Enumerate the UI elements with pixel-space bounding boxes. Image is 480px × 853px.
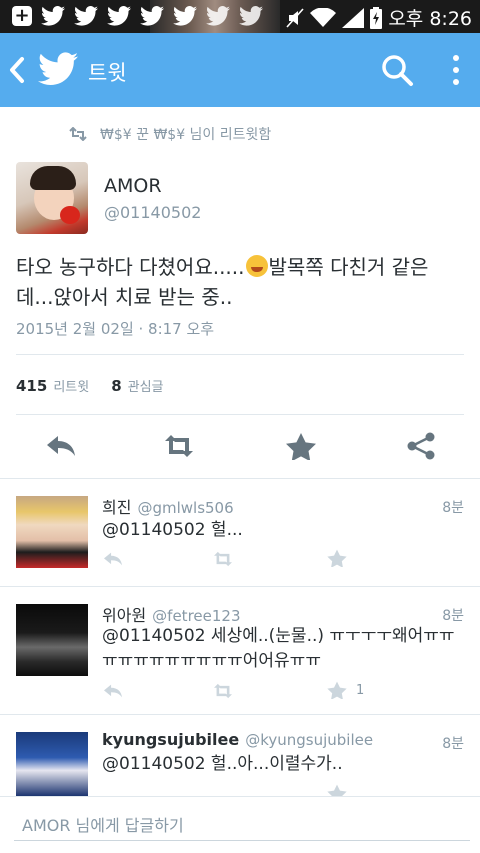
system-indicators: 오후 8:26 <box>286 4 472 31</box>
reply-icon[interactable] <box>102 682 124 700</box>
tweet-stats: 415 리트윗 8 관심글 <box>16 376 186 395</box>
reply-icon[interactable] <box>44 432 78 460</box>
author-name[interactable]: AMOR <box>104 175 162 197</box>
reply-text: @01140502 세상에..(눈물..) ㅠㅜㅜㅜ왜어ㅠㅠㅠㅠㅠㅠㅠㅠㅠㅠㅠ어… <box>102 626 455 671</box>
author-handle[interactable]: @01140502 <box>104 203 201 222</box>
reply-avatar[interactable] <box>16 604 88 676</box>
plus-notification-icon: + <box>12 6 32 26</box>
twitter-notification-icon <box>239 6 263 26</box>
battery-icon <box>370 6 383 29</box>
reply-time: 8분 <box>442 608 464 624</box>
tweet-text: 타오 농구하다 다쳤어요..... 발목쪽 다친거 같은데...앉아서 치료 받는… <box>16 255 429 309</box>
favorites-count[interactable]: 8 <box>111 377 121 395</box>
notification-icons: + <box>12 6 263 26</box>
page-title: 트윗 <box>88 61 127 85</box>
mute-icon <box>286 7 304 28</box>
wifi-icon <box>310 7 337 27</box>
reply-author-name[interactable]: 위아원 <box>102 606 146 625</box>
retweets-label[interactable]: 리트윗 <box>53 376 89 395</box>
tweet-timestamp: 2015년 2월 02일 · 8:17 오후 <box>16 320 215 338</box>
reply-avatar[interactable] <box>16 496 88 568</box>
reply-favorite-count: 1 <box>356 683 365 698</box>
retweet-icon[interactable] <box>212 682 234 700</box>
retweets-count[interactable]: 415 <box>16 377 47 395</box>
retweet-icon <box>69 127 87 141</box>
reply-time: 8분 <box>442 500 464 516</box>
favorites-label[interactable]: 관심글 <box>128 376 164 395</box>
reply-author-handle[interactable]: @gmlwls506 <box>137 499 233 517</box>
reply-avatar[interactable] <box>16 732 88 796</box>
reply-item[interactable]: kyungsujubilee @kyungsujubilee 8분 @011405… <box>0 714 480 802</box>
favorite-star-icon[interactable] <box>326 681 348 699</box>
twitter-notification-icon <box>107 6 131 26</box>
reply-icon[interactable] <box>102 550 124 568</box>
reply-time: 8분 <box>442 736 464 752</box>
reply-item[interactable]: 위아원 @fetree123 8분 @01140502 세상에..(눈물..) ㅠ… <box>0 586 480 714</box>
clock: 오후 8:26 <box>388 8 472 30</box>
divider <box>16 414 464 415</box>
reply-author-handle[interactable]: @fetree123 <box>152 607 240 625</box>
back-arrow-icon[interactable] <box>8 55 26 85</box>
retweet-icon[interactable] <box>162 432 196 460</box>
reply-compose-bar <box>0 796 480 853</box>
twitter-notification-icon <box>140 6 164 26</box>
twitter-notification-icon <box>206 6 230 26</box>
app-bar: 트윗 <box>0 33 480 107</box>
favorite-star-icon[interactable] <box>326 549 348 567</box>
signal-icon <box>342 7 365 28</box>
reply-author-handle[interactable]: @kyungsujubilee <box>245 731 373 749</box>
twitter-notification-icon <box>41 6 65 26</box>
twitter-logo-icon[interactable] <box>38 49 78 89</box>
reply-author-name[interactable]: kyungsujubilee <box>102 730 239 749</box>
status-bar: + 오후 8:26 <box>0 0 480 33</box>
twitter-notification-icon <box>173 6 197 26</box>
share-icon[interactable] <box>404 432 438 460</box>
author-avatar[interactable] <box>16 162 88 234</box>
reply-text: @01140502 헐... <box>102 520 243 540</box>
overflow-menu-icon[interactable] <box>448 53 464 87</box>
reply-item[interactable]: 희진 @gmlwls506 8분 @01140502 헐... <box>0 478 480 586</box>
reply-input[interactable] <box>14 811 470 841</box>
twitter-notification-icon <box>74 6 98 26</box>
search-icon[interactable] <box>380 53 414 87</box>
crying-face-emoji-icon <box>245 255 268 277</box>
reply-author-name[interactable]: 희진 <box>102 498 131 517</box>
retweet-context: ₩$¥ 꾼 ₩$¥ 님이 리트윗함 <box>68 124 271 144</box>
favorite-star-icon[interactable] <box>284 432 318 460</box>
divider <box>16 354 464 355</box>
reply-text: @01140502 헐..아...이렬수가.. <box>102 754 343 774</box>
retweet-icon[interactable] <box>212 550 234 568</box>
retweeted-by-text: ₩$¥ 꾼 ₩$¥ 님이 리트윗함 <box>100 127 272 143</box>
